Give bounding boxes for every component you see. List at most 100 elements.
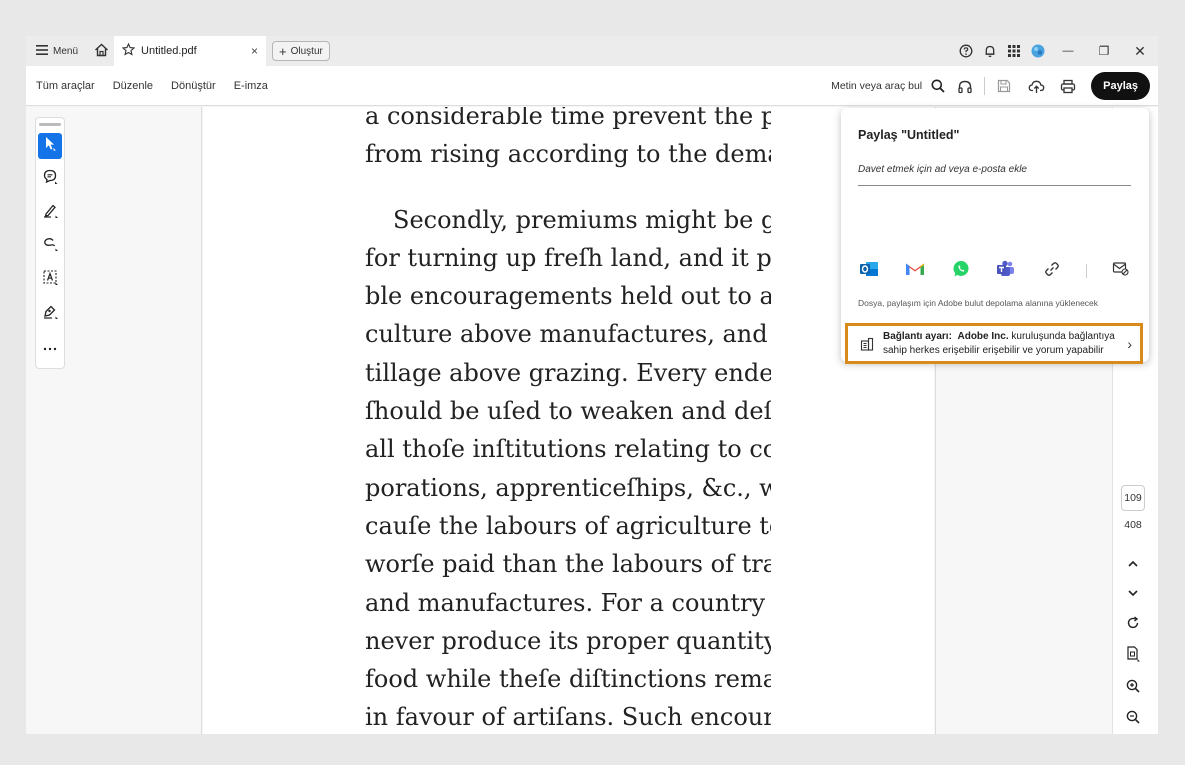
more-icon <box>43 338 57 356</box>
highlight-pen-icon <box>42 202 59 224</box>
link-settings-button[interactable]: Bağlantı ayarı: Adobe Inc. kuruluşunda b… <box>845 323 1143 364</box>
p2-line: in favour of artiſans. Such encourage- <box>365 703 771 732</box>
cloud-upload-icon[interactable] <box>1021 71 1051 101</box>
rail-grip[interactable] <box>39 123 61 126</box>
p2-line: porations, apprenticeſhips, &c., which <box>365 473 771 502</box>
app-window: Menü Untitled.pdf × + Oluştur — ❐ ✕ Tüm … <box>26 36 1158 734</box>
p2-line: culture above manufactures, and to <box>365 320 771 349</box>
copy-link-button[interactable] <box>1040 259 1064 283</box>
p2-line: cauſe the labours of agriculture to be <box>365 511 771 540</box>
document-text: a considerable time prevent the price fro… <box>365 107 771 734</box>
zoom-out-button[interactable] <box>1121 707 1145 731</box>
document-paragraph-1: a considerable time prevent the price fro… <box>365 107 771 174</box>
left-panel <box>26 107 202 734</box>
chevron-right-icon: › <box>1127 336 1132 352</box>
search-label[interactable]: Metin veya araç bul <box>831 80 922 92</box>
next-page-button[interactable] <box>1121 580 1145 604</box>
whatsapp-share-button[interactable] <box>949 259 973 283</box>
p2-line: and manufactures. For a country can <box>365 588 771 617</box>
p1-line: from rising according to the demand. <box>365 140 771 169</box>
document-tab[interactable]: Untitled.pdf × <box>114 36 267 66</box>
share-panel-title: Paylaş "Untitled" <box>858 128 960 142</box>
close-window-button[interactable]: ✕ <box>1122 36 1158 66</box>
comment-icon <box>42 168 59 190</box>
esign-link[interactable]: E-imza <box>234 80 268 92</box>
share-panel: Paylaş "Untitled" Davet etmek için ad ve… <box>841 108 1149 364</box>
p2-line: for turning up freſh land, and it poſsi- <box>365 243 771 272</box>
p2-line: worſe paid than the labours of trade <box>365 550 771 579</box>
search-icon[interactable] <box>928 71 948 101</box>
home-icon <box>94 43 109 60</box>
zoom-out-icon <box>1126 710 1140 729</box>
link-settings-text: Bağlantı ayarı: Adobe Inc. kuruluşunda b… <box>883 330 1123 358</box>
profile-icon[interactable] <box>1026 36 1050 66</box>
more-tools[interactable] <box>38 334 62 360</box>
p2-line: tillage above grazing. Every endeavour <box>365 358 771 387</box>
email-share-icon <box>1112 261 1130 281</box>
title-right-controls: — ❐ ✕ <box>954 36 1158 66</box>
p2-line: ble encouragements held out to agri- <box>365 282 771 311</box>
text-select-tool[interactable] <box>38 267 62 293</box>
zoom-in-button[interactable] <box>1121 676 1145 700</box>
link-settings-desc-1: kuruluşunda bağlantıya <box>1008 330 1115 342</box>
highlight-tool[interactable] <box>38 200 62 226</box>
convert-link[interactable]: Dönüştür <box>171 80 216 92</box>
apps-divider <box>1086 264 1088 278</box>
draw-tool[interactable] <box>38 234 62 260</box>
teams-share-button[interactable] <box>994 259 1018 283</box>
rotate-icon <box>1126 615 1140 635</box>
zoom-in-icon <box>1126 679 1140 698</box>
all-tools-link[interactable]: Tüm araçlar <box>36 80 95 92</box>
document-viewer[interactable]: a considerable time prevent the price fro… <box>203 107 934 734</box>
tab-title: Untitled.pdf <box>141 45 197 57</box>
restore-button[interactable]: ❐ <box>1086 36 1122 66</box>
save-icon[interactable] <box>989 71 1019 101</box>
draw-icon <box>42 235 59 257</box>
share-button[interactable]: Paylaş <box>1091 72 1150 100</box>
p2-line: never produce its proper quantity of <box>365 626 771 655</box>
menu-button[interactable]: Menü <box>26 36 86 66</box>
email-share-button[interactable] <box>1109 259 1133 283</box>
tab-close-button[interactable]: × <box>251 44 258 58</box>
chevron-up-icon <box>1128 554 1138 572</box>
create-button[interactable]: + Oluştur <box>272 41 330 61</box>
teams-icon <box>996 260 1016 283</box>
link-settings-org: Adobe Inc. <box>957 330 1009 342</box>
previous-page-button[interactable] <box>1121 551 1145 575</box>
quick-tools-rail <box>35 117 65 369</box>
outlook-share-button[interactable] <box>857 259 881 283</box>
p2-line: food while theſe diſtinctions remain <box>365 665 771 694</box>
p2-line: all thoſe inſtitutions relating to cor- <box>365 435 771 464</box>
share-apps-row <box>857 258 1133 284</box>
page-fit-icon <box>1126 645 1140 667</box>
toolbar-right: Metin veya araç bul Paylaş <box>831 66 1150 106</box>
select-cursor-icon <box>43 135 57 156</box>
plus-icon: + <box>279 43 287 59</box>
help-icon[interactable] <box>954 36 978 66</box>
page-fit-button[interactable] <box>1121 644 1145 668</box>
p2-line: ſhould be uſed to weaken and deſtroy <box>365 397 771 426</box>
apps-grid-icon[interactable] <box>1002 36 1026 66</box>
link-settings-desc-2: sahip herkes erişebilir erişebilir ve yo… <box>883 344 1104 356</box>
gmail-share-button[interactable] <box>903 259 927 283</box>
invite-input[interactable]: Davet etmek için ad veya e-posta ekle <box>858 164 1131 186</box>
fill-sign-icon <box>42 303 59 325</box>
bell-icon[interactable] <box>978 36 1002 66</box>
home-button[interactable] <box>88 36 114 66</box>
menu-label: Menü <box>53 45 79 57</box>
building-icon <box>858 337 876 351</box>
fill-sign-tool[interactable] <box>38 301 62 327</box>
comment-tool[interactable] <box>38 167 62 193</box>
print-icon[interactable] <box>1053 71 1083 101</box>
minimize-button[interactable]: — <box>1050 36 1086 66</box>
hamburger-icon <box>36 44 48 58</box>
edit-link[interactable]: Düzenle <box>113 80 153 92</box>
rotate-button[interactable] <box>1121 613 1145 637</box>
star-icon[interactable] <box>121 42 136 59</box>
outlook-icon <box>859 260 879 283</box>
total-pages: 408 <box>1124 519 1142 531</box>
select-tool[interactable] <box>38 132 62 159</box>
headphones-icon[interactable] <box>950 71 980 101</box>
whatsapp-icon <box>952 260 970 283</box>
current-page-input[interactable]: 109 <box>1121 485 1145 511</box>
